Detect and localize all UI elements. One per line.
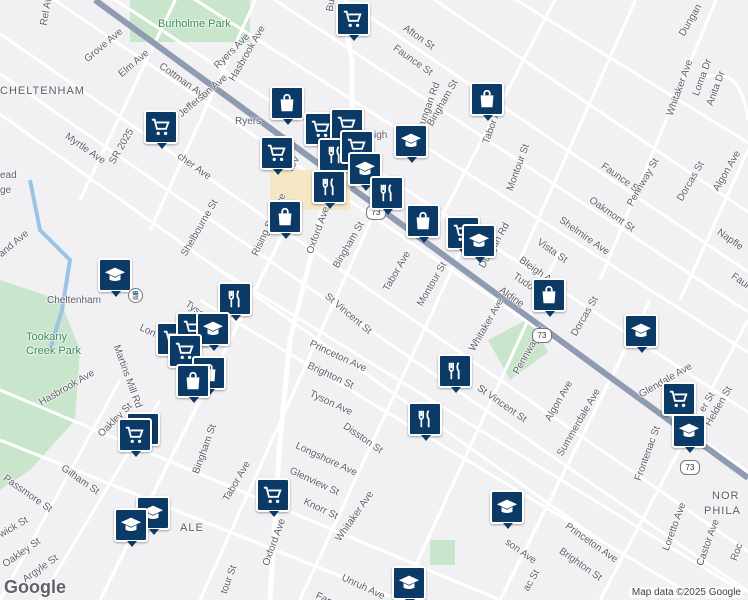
- shopping-bag-pin[interactable]: [470, 82, 504, 121]
- shopping-cart-pin[interactable]: [662, 382, 696, 421]
- map-canvas[interactable]: Burholme Park Tookany Creek Park CHELTENHAM…: [0, 0, 748, 600]
- restaurant-pin[interactable]: [438, 354, 472, 393]
- street-label: CHELTENHAM: [0, 85, 85, 97]
- street-label: PHILA: [704, 505, 741, 517]
- route-73-shield: 73: [680, 460, 700, 475]
- shopping-bag-pin[interactable]: [176, 364, 210, 403]
- google-logo: Google: [4, 577, 66, 597]
- map-data-credit: Map data ©2025 Google: [628, 587, 744, 598]
- restaurant-pin[interactable]: [408, 402, 442, 441]
- shopping-cart-pin[interactable]: [260, 136, 294, 175]
- street-label: Tookany: [26, 331, 67, 343]
- graduation-cap-pin[interactable]: [490, 490, 524, 529]
- train-station-icon[interactable]: 🚆: [128, 288, 143, 303]
- restaurant-pin[interactable]: [218, 282, 252, 321]
- shopping-bag-pin[interactable]: [532, 278, 566, 317]
- shopping-cart-pin[interactable]: [336, 2, 370, 41]
- street-label: igh: [374, 130, 388, 141]
- shopping-bag-pin[interactable]: [268, 200, 302, 239]
- street-label: Cheltenham: [47, 295, 101, 306]
- park-area-south: [430, 540, 455, 565]
- street-label: ge: [0, 185, 12, 196]
- graduation-cap-pin[interactable]: [462, 224, 496, 263]
- graduation-cap-pin[interactable]: [624, 314, 658, 353]
- shopping-cart-pin[interactable]: [118, 418, 152, 457]
- graduation-cap-pin[interactable]: [392, 566, 426, 600]
- graduation-cap-pin[interactable]: [672, 414, 706, 453]
- shopping-cart-pin[interactable]: [256, 478, 290, 517]
- shopping-bag-pin[interactable]: [406, 204, 440, 243]
- shopping-bag-pin[interactable]: [270, 86, 304, 125]
- street-label: ead: [0, 170, 17, 181]
- graduation-cap-pin[interactable]: [394, 124, 428, 163]
- graduation-cap-pin[interactable]: [114, 508, 148, 547]
- street-grid: [0, 0, 748, 600]
- restaurant-pin[interactable]: [370, 176, 404, 215]
- street-label: Creek Park: [26, 345, 82, 357]
- street-label: ALE: [180, 522, 204, 534]
- restaurant-pin[interactable]: [312, 170, 346, 209]
- street-label: NOR: [712, 490, 740, 502]
- street-label: Ryers: [235, 116, 262, 127]
- street-label: Burholme Park: [158, 18, 231, 30]
- shopping-cart-pin[interactable]: [144, 110, 178, 149]
- map-base-layer: [0, 0, 748, 600]
- graduation-cap-pin[interactable]: [98, 258, 132, 297]
- route-73-shield: 73: [532, 328, 552, 343]
